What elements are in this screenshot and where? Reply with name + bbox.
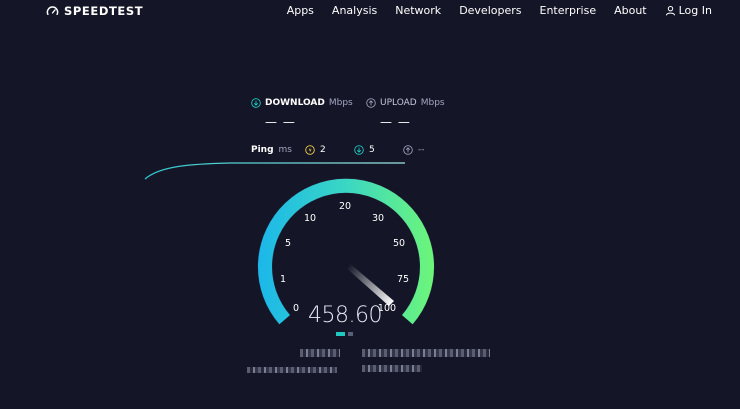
speed-graph-line [144, 162, 405, 180]
redacted-provider-top-right [362, 349, 490, 357]
speed-gauge: 0 1 5 10 20 30 50 75 100 [144, 162, 435, 325]
gauge-tick-10: 10 [304, 213, 316, 224]
readout-indicator-secondary [348, 332, 353, 336]
redacted-provider-bottom-right [362, 365, 422, 372]
gauge-tick-1: 1 [280, 274, 286, 285]
gauge-tick-75: 75 [397, 274, 409, 285]
readout-indicator [336, 332, 345, 336]
redacted-provider-bottom-left [247, 367, 337, 373]
gauge-needle [344, 262, 394, 306]
gauge-tick-5: 5 [285, 238, 291, 249]
redacted-provider-top-left [300, 349, 340, 357]
speed-readout: 458.60 [308, 303, 382, 328]
gauge-tick-30: 30 [372, 213, 384, 224]
gauge-tick-0: 0 [293, 303, 299, 314]
gauge-tick-50: 50 [393, 238, 405, 249]
gauge-tick-20: 20 [339, 201, 351, 212]
